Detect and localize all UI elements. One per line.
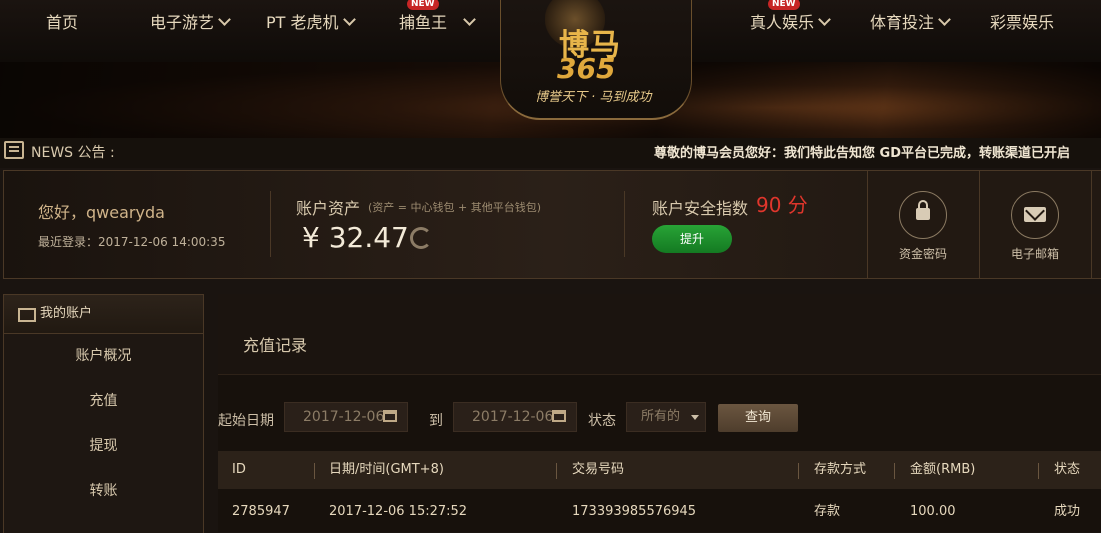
chevron-down-icon (463, 13, 476, 26)
calendar-icon[interactable] (383, 410, 397, 422)
nav-sports-label: 体育投注 (870, 13, 935, 32)
logo-number: 365 (557, 52, 616, 85)
col-method: 存款方式 (814, 462, 867, 477)
assets-title: 账户资产 (296, 199, 361, 218)
column-divider (314, 463, 315, 479)
cell-id: 2785947 (232, 504, 290, 519)
account-balance: ¥ 32.47 (302, 221, 409, 254)
site-logo[interactable]: 博马 365 博誉天下 · 马到成功 (500, 0, 692, 120)
next-tile[interactable] (1091, 171, 1101, 278)
new-badge: NEW (768, 0, 800, 10)
column-divider (894, 463, 895, 479)
col-id: ID (232, 462, 246, 477)
mail-icon-circle (1011, 191, 1059, 239)
upgrade-button[interactable]: 提升 (652, 225, 732, 253)
table-header: ID 日期/时间(GMT+8) 交易号码 存款方式 金额(RMB) 状态 (218, 451, 1101, 489)
col-transaction-no: 交易号码 (572, 462, 625, 477)
cell-datetime: 2017-12-06 15:27:52 (329, 504, 468, 519)
sidebar-header: 我的账户 (4, 295, 203, 334)
nav-lottery[interactable]: 彩票娱乐 (990, 0, 1054, 46)
user-greeting: 您好，qwearyda (38, 203, 165, 222)
cell-status: 成功 (1054, 504, 1081, 519)
dropdown-arrow-icon (691, 415, 699, 420)
column-divider (1038, 463, 1039, 479)
col-status: 状态 (1054, 462, 1081, 477)
safety-title: 账户安全指数 (652, 199, 749, 218)
sidebar-item-overview[interactable]: 账户概况 (4, 334, 203, 379)
nav-live-label: 真人娱乐 (750, 13, 815, 32)
divider (624, 191, 625, 257)
lock-icon (916, 200, 930, 220)
nav-live-casino[interactable]: NEW 真人娱乐 (750, 0, 831, 46)
fund-password-label: 资金密码 (898, 247, 947, 261)
wallet-card-icon (18, 308, 36, 322)
nav-home-label: 首页 (46, 13, 79, 32)
nav-egames[interactable]: 电子游艺 (150, 0, 231, 46)
cell-method: 存款 (814, 504, 841, 519)
nav-fishing[interactable]: NEW 捕鱼王 (399, 0, 476, 46)
chevron-down-icon (218, 13, 231, 26)
col-datetime: 日期/时间(GMT+8) (329, 462, 444, 477)
start-date-value: 2017-12-06 (303, 409, 385, 425)
email-tile[interactable]: 电子邮箱 (979, 171, 1091, 278)
cell-amount: 100.00 (910, 504, 956, 519)
nav-egames-label: 电子游艺 (150, 13, 215, 32)
chevron-down-icon (938, 13, 951, 26)
status-select-value: 所有的 (641, 409, 681, 424)
news-marquee[interactable]: 尊敬的博马会员您好：我们特此告知您 GD平台已完成，转账渠道已开启 (654, 142, 1070, 161)
sidebar-item-transfer[interactable]: 转账 (4, 469, 203, 514)
sidebar-header-label: 我的账户 (40, 306, 93, 321)
fund-password-tile[interactable]: 资金密码 (867, 171, 979, 278)
page-title: 充值记录 (243, 336, 308, 355)
start-date-field[interactable]: 2017-12-06 (284, 402, 408, 432)
account-sidebar: 我的账户 账户概况 充值 提现 转账 (3, 294, 204, 533)
main-content: 充值记录 起始日期 2017-12-06 到 2017-12-06 状态 所有的… (218, 294, 1101, 532)
last-login: 最近登录：2017-12-06 14:00:35 (38, 235, 226, 249)
status-label: 状态 (588, 413, 616, 429)
news-label: NEWS 公告 : (31, 145, 115, 161)
nav-pt-slots[interactable]: PT 老虎机 (266, 0, 356, 46)
nav-lottery-label: 彩票娱乐 (990, 13, 1055, 32)
logo-slogan: 博誉天下 · 马到成功 (535, 90, 652, 105)
col-amount: 金额(RMB) (910, 462, 976, 477)
calendar-icon[interactable] (552, 410, 566, 422)
to-label: 到 (429, 413, 443, 429)
lock-icon-circle (899, 191, 947, 239)
query-button[interactable]: 查询 (718, 404, 798, 432)
page-title-box: 充值记录 (218, 294, 1101, 375)
end-date-field[interactable]: 2017-12-06 (453, 402, 577, 432)
assets-note: (资产 = 中心钱包 + 其他平台钱包) (368, 201, 542, 214)
email-label: 电子邮箱 (1010, 247, 1059, 261)
refresh-icon[interactable] (410, 227, 432, 249)
account-summary-panel: 您好，qwearyda 最近登录：2017-12-06 14:00:35 账户资… (3, 170, 1101, 279)
column-divider (556, 463, 557, 479)
divider (270, 191, 271, 257)
chevron-down-icon (342, 13, 356, 26)
sidebar-item-withdraw[interactable]: 提现 (4, 424, 203, 469)
column-divider (798, 463, 799, 479)
nav-sports[interactable]: 体育投注 (870, 0, 951, 46)
table-row[interactable]: 2785947 2017-12-06 15:27:52 173393985576… (218, 491, 1101, 532)
safety-score: 90 分 (756, 193, 808, 217)
start-date-label: 起始日期 (218, 413, 274, 429)
cell-transaction-no: 173393985576945 (572, 504, 697, 519)
chevron-down-icon (818, 13, 831, 26)
news-icon (4, 141, 24, 159)
sidebar-item-deposit[interactable]: 充值 (4, 379, 203, 424)
news-bar: NEWS 公告 : 尊敬的博马会员您好：我们特此告知您 GD平台已完成，转账渠道… (0, 138, 1101, 168)
nav-home[interactable]: 首页 (46, 0, 78, 46)
nav-pt-label: PT 老虎机 (266, 13, 339, 32)
nav-fishing-label: 捕鱼王 (399, 13, 448, 32)
status-select[interactable]: 所有的 (626, 402, 706, 432)
new-badge: NEW (407, 0, 439, 10)
end-date-value: 2017-12-06 (472, 409, 554, 425)
mail-icon (1024, 207, 1046, 222)
